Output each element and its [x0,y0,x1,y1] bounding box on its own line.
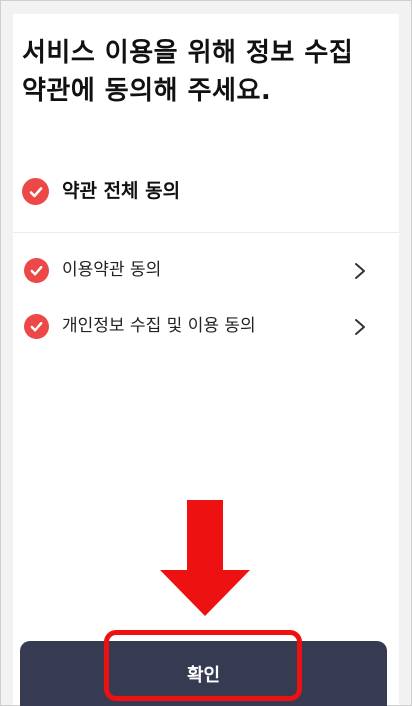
down-arrow-icon [160,500,250,616]
confirm-button[interactable]: 확인 [20,641,387,706]
page-title-line-1: 서비스 이용을 위해 정보 수집 [22,38,354,68]
page-title: 서비스 이용을 위해 정보 수집 약관에 동의해 주세요. [22,34,392,110]
privacy-consent-label[interactable]: 개인정보 수집 및 이용 동의 [62,314,256,339]
check-circle-icon [30,266,43,276]
check-circle-icon [29,186,42,197]
page-title-line-2: 약관에 동의해 주세요. [22,76,272,106]
check-circle-icon [30,322,43,332]
terms-of-service-checkbox[interactable] [24,258,49,283]
privacy-consent-checkbox[interactable] [24,314,49,339]
chevron-right-icon[interactable] [352,261,368,281]
confirm-button-label: 확인 [186,664,221,686]
terms-of-service-label[interactable]: 이용약관 동의 [62,258,161,283]
chevron-right-icon[interactable] [352,317,368,337]
divider [13,232,399,233]
agree-all-checkbox[interactable] [22,178,49,205]
agree-all-label[interactable]: 약관 전체 동의 [62,178,180,205]
